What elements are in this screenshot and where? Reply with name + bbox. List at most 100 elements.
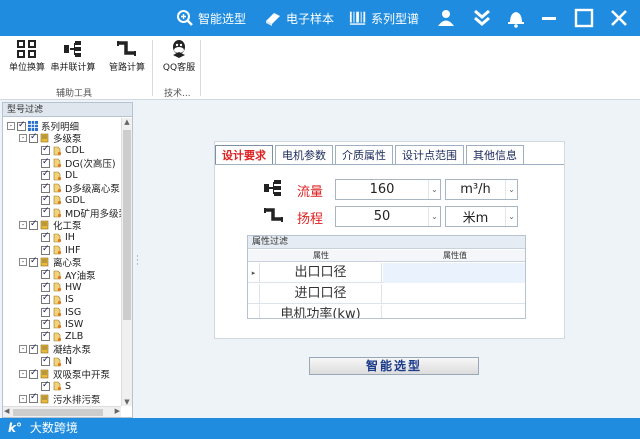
tree-collapse-icon[interactable]: - [19, 134, 27, 143]
flow-value-select[interactable]: 160 ⌄ [335, 179, 441, 200]
tree-checkbox[interactable] [41, 157, 50, 168]
scroll-left-icon[interactable]: ◀ [4, 407, 9, 415]
smart-select-button[interactable]: 智能选型 [309, 357, 479, 375]
tree-checkbox[interactable] [41, 169, 50, 181]
table-row[interactable]: ▸ 出口口径 [248, 263, 525, 283]
tree-checkbox[interactable] [41, 231, 50, 243]
series-parallel-button[interactable]: 串并联计算 [50, 38, 96, 78]
tree-item[interactable]: - 污水排污泵 [19, 392, 101, 406]
tree-checkbox[interactable] [17, 120, 26, 131]
tree-item[interactable]: -系列明细 [7, 120, 79, 133]
tree-item[interactable]: D多级离心泵 [31, 182, 120, 195]
tree-item[interactable]: - 凝结水泵 [19, 343, 91, 356]
tree-checkbox[interactable] [41, 355, 50, 367]
tree-checkbox[interactable] [41, 330, 50, 342]
series-spectrum-menu[interactable]: 系列型谱 [349, 8, 419, 28]
tree-checkbox[interactable] [29, 256, 38, 267]
tree-item[interactable]: IHF [31, 244, 80, 256]
panel-splitter-icon[interactable]: · · · [136, 253, 139, 270]
tab-other-info[interactable]: 其他信息 [466, 145, 524, 165]
tree-item[interactable]: MD矿用多级泵 [31, 206, 121, 220]
tree-checkbox[interactable] [41, 306, 50, 317]
head-label: 扬程 [297, 211, 324, 227]
tree-checkbox[interactable] [29, 368, 38, 379]
unit-convert-button[interactable]: 单位换算 [4, 38, 50, 78]
tree-checkbox[interactable] [41, 194, 50, 205]
tree-item[interactable]: AY油泵 [31, 268, 96, 282]
tree-item[interactable]: DG(次高压) [31, 157, 116, 170]
tree-collapse-icon[interactable]: - [7, 122, 15, 130]
ribbon-separator [200, 40, 201, 96]
tree-item[interactable]: ISG [31, 306, 81, 318]
flow-unit-select[interactable]: m³/h ⌄ [445, 179, 518, 200]
tree-item[interactable]: - 多级泵 [19, 132, 82, 145]
tree-checkbox[interactable] [29, 219, 38, 230]
tab-design-requirements[interactable]: 设计要求 [215, 145, 273, 165]
tree-checkbox[interactable] [29, 392, 38, 404]
tree-horizontal-scrollbar[interactable]: ◀ ▶ [3, 406, 121, 417]
attribute-value-cell[interactable] [383, 263, 525, 283]
tree-item[interactable]: N [31, 355, 72, 368]
e-sample-menu[interactable]: 电子样本 [264, 8, 334, 28]
tree-collapse-icon[interactable]: - [19, 345, 27, 354]
tree-vscroll-thumb[interactable] [123, 130, 131, 320]
tree-item[interactable]: - 化工泵 [19, 219, 82, 232]
tree-checkbox[interactable] [41, 206, 50, 218]
tree-item[interactable]: - 双吸泵中开泵 [19, 368, 110, 381]
tab-design-point-range[interactable]: 设计点范围 [395, 145, 464, 165]
tree-hscroll-thumb[interactable] [13, 409, 103, 416]
tree-item[interactable]: S [31, 380, 71, 392]
head-value-select[interactable]: 50 ⌄ [335, 206, 441, 227]
tree-vertical-scrollbar[interactable]: ▲ ▼ [121, 118, 132, 406]
notification-button[interactable] [504, 6, 528, 30]
tree-checkbox[interactable] [41, 281, 50, 292]
collapse-button[interactable] [470, 6, 494, 30]
tree-checkbox[interactable] [41, 268, 50, 280]
tab-medium-properties[interactable]: 介质属性 [335, 145, 393, 165]
user-button[interactable] [434, 6, 458, 30]
tree-item[interactable]: HW [31, 281, 82, 293]
tree-collapse-icon[interactable]: - [19, 394, 27, 403]
maximize-button[interactable] [572, 6, 596, 30]
e-sample-label: 电子样本 [286, 11, 335, 26]
tree-checkbox[interactable] [41, 182, 50, 193]
tree-checkbox[interactable] [29, 132, 38, 143]
tree-checkbox[interactable] [41, 293, 50, 305]
doc-icon [52, 233, 62, 243]
tree-item[interactable]: CDL [31, 144, 84, 157]
design-card: 设计要求 电机参数 介质属性 设计点范围 其他信息 流量 160 ⌄ m³/h … [214, 141, 565, 339]
tree-item-label: AY油泵 [65, 270, 96, 282]
close-button[interactable] [607, 6, 631, 30]
smart-select-menu[interactable]: 智能选型 [176, 8, 246, 28]
pipe-calc-button[interactable]: 管路计算 [104, 38, 150, 78]
tree-item[interactable]: ZLB [31, 330, 83, 343]
tab-motor-params[interactable]: 电机参数 [275, 145, 333, 165]
table-row[interactable]: 进口口径 [248, 284, 525, 304]
minimize-button[interactable] [537, 6, 561, 30]
table-row[interactable]: 电机功率(kw) [248, 305, 525, 318]
tree-item[interactable]: GDL [31, 194, 85, 206]
tree-item[interactable]: -离心泵 [19, 256, 82, 269]
tree-checkbox[interactable] [41, 318, 50, 329]
scroll-right-icon[interactable]: ▶ [115, 407, 120, 415]
head-unit-select[interactable]: 米m ⌄ [445, 206, 518, 227]
tree-item[interactable]: IH [31, 231, 75, 244]
scroll-down-icon[interactable]: ▼ [122, 398, 132, 406]
attribute-value-cell[interactable] [383, 305, 525, 318]
qq-service-button[interactable]: QQ客服 [156, 38, 202, 78]
scroll-up-icon[interactable]: ▲ [122, 118, 132, 126]
tree-checkbox[interactable] [41, 244, 50, 255]
tree-collapse-icon[interactable]: - [19, 258, 27, 267]
tree-checkbox[interactable] [41, 144, 50, 156]
row-pointer-icon: ▸ [248, 263, 260, 283]
attribute-value-cell[interactable] [383, 284, 525, 304]
tree-checkbox[interactable] [29, 343, 38, 354]
tree-item-label: S [65, 380, 72, 392]
tree-item[interactable]: ISW [31, 318, 83, 330]
tree-item[interactable]: DL [31, 169, 78, 182]
tree-checkbox[interactable] [41, 380, 50, 391]
doc-icon [52, 183, 62, 193]
tree-collapse-icon[interactable]: - [19, 370, 27, 378]
tree-item[interactable]: IS [31, 293, 74, 306]
tree-collapse-icon[interactable]: - [19, 221, 27, 230]
